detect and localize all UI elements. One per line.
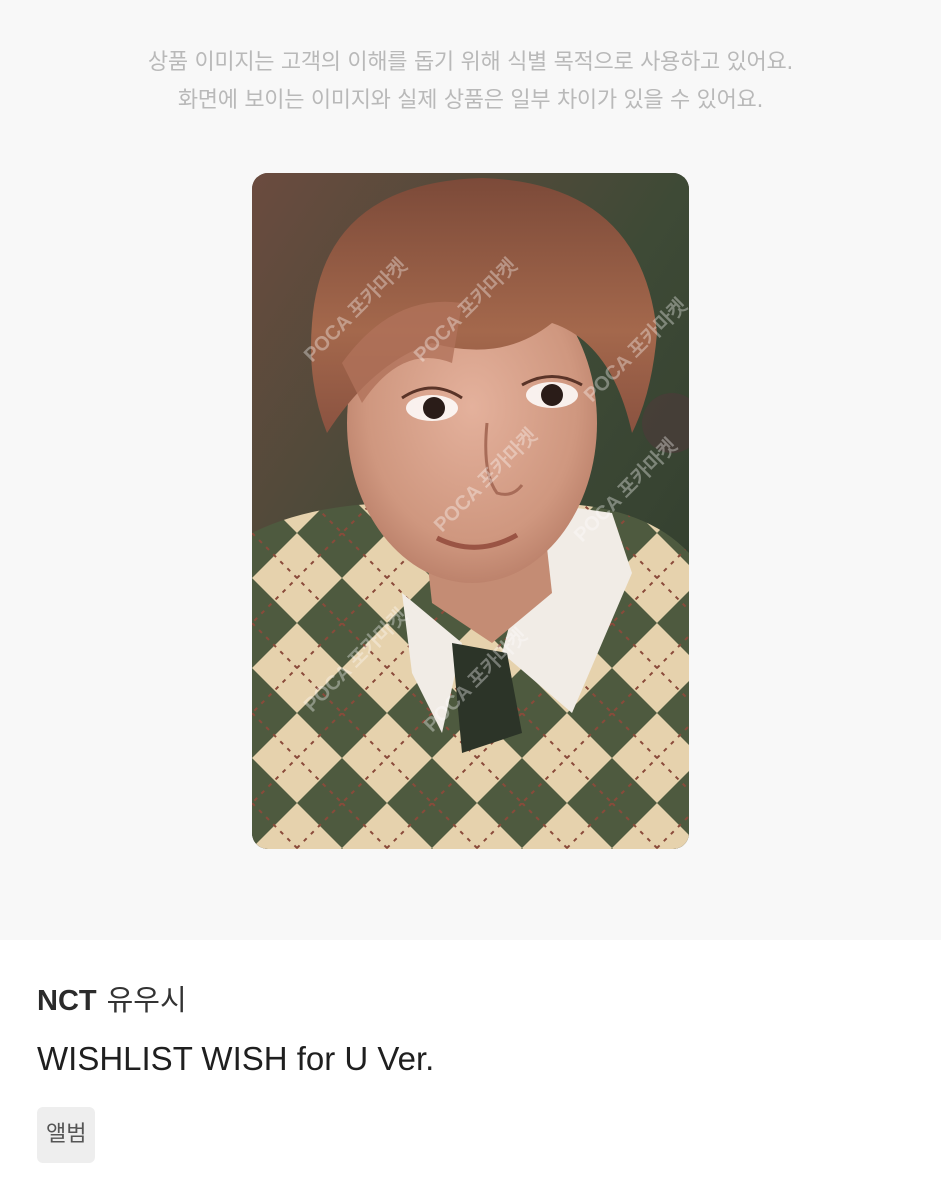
group-name: NCT bbox=[37, 985, 97, 1017]
disclaimer-line-2: 화면에 보이는 이미지와 실제 상품은 일부 차이가 있을 수 있어요. bbox=[177, 88, 764, 113]
product-image-area: 상품 이미지는 고객의 이해를 돕기 위해 식별 목적으로 사용하고 있어요. … bbox=[0, 0, 941, 940]
category-tag[interactable]: 앨범 bbox=[37, 1107, 96, 1163]
image-disclaimer: 상품 이미지는 고객의 이해를 돕기 위해 식별 목적으로 사용하고 있어요. … bbox=[0, 44, 941, 120]
product-title: WISHLIST WISH for U Ver. bbox=[37, 1040, 435, 1077]
product-info: NCT 유우시 WISHLIST WISH for U Ver. 앨범 bbox=[37, 980, 897, 1163]
photocard-illustration: POCA 포카마켓 POCA 포카마켓 POCA 포카마켓 POCA 포카마켓 … bbox=[252, 173, 689, 849]
disclaimer-line-1: 상품 이미지는 고객의 이해를 돕기 위해 식별 목적으로 사용하고 있어요. bbox=[147, 50, 794, 75]
artist-line: NCT 유우시 bbox=[37, 980, 897, 1021]
member-name: 유우시 bbox=[106, 983, 187, 1017]
photocard-image[interactable]: POCA 포카마켓 POCA 포카마켓 POCA 포카마켓 POCA 포카마켓 … bbox=[252, 173, 689, 849]
